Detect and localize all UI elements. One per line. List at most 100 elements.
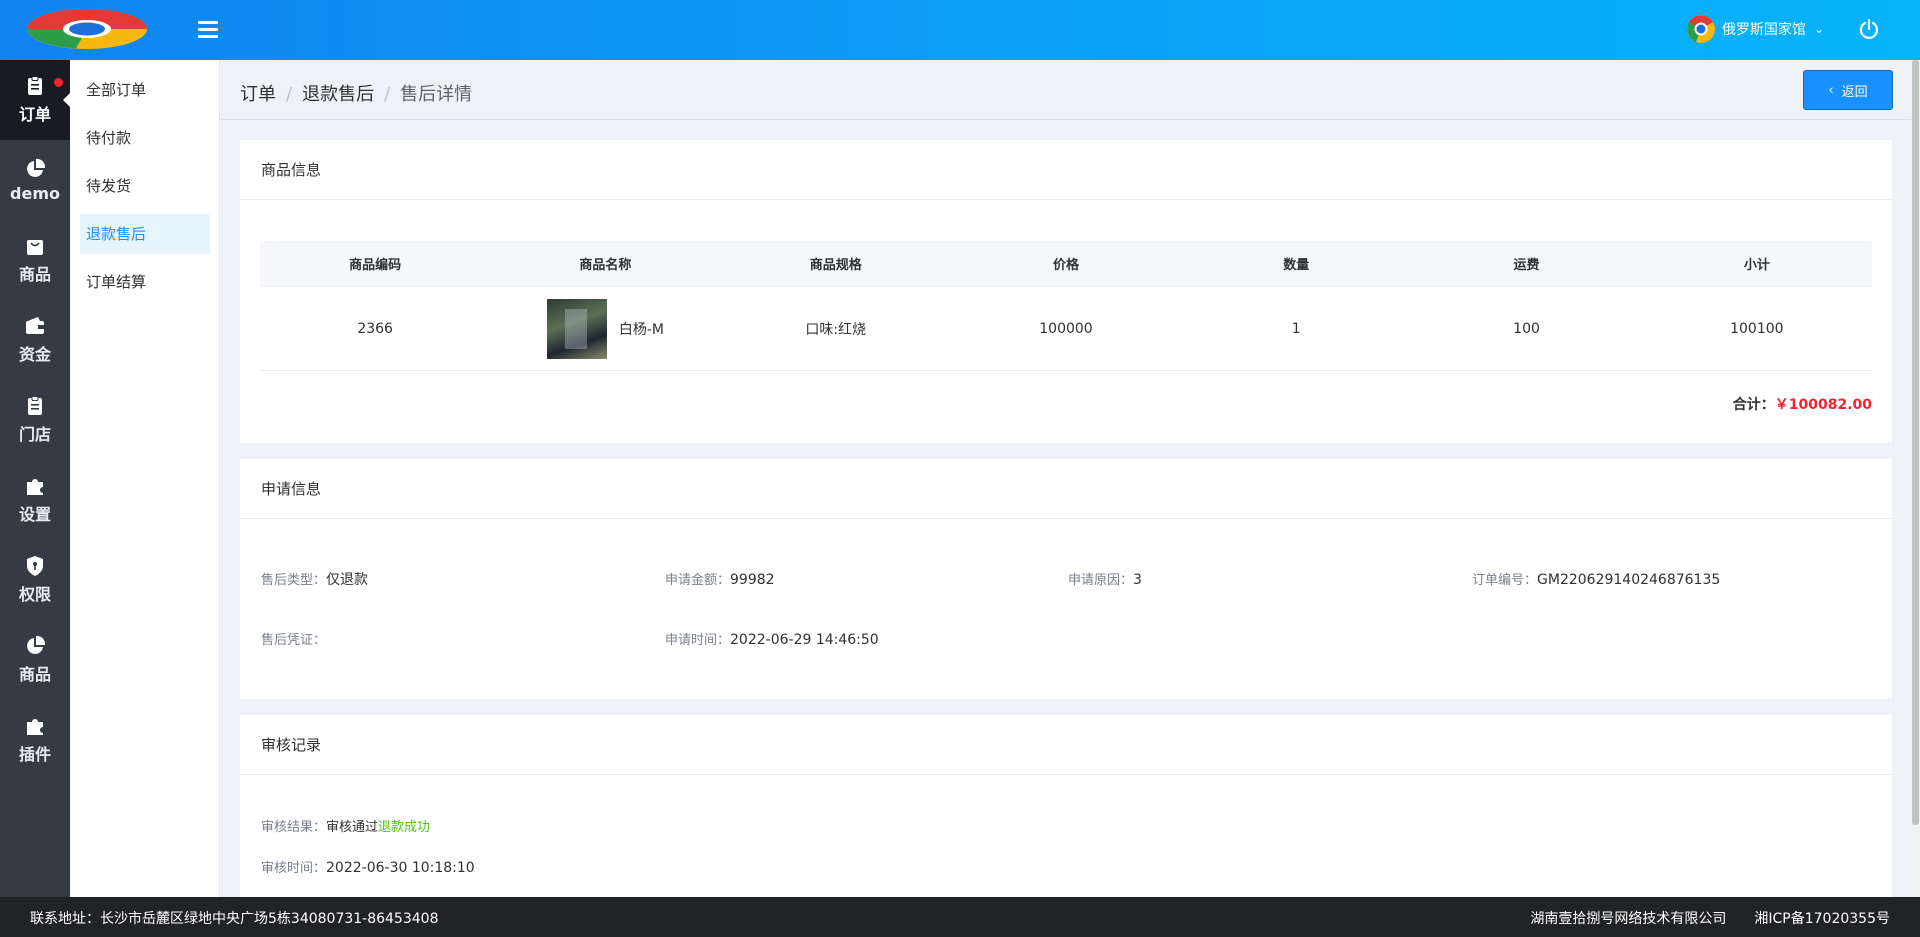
field-apply-time: 申请时间：2022-06-29 14:46:50 [665, 629, 879, 648]
product-info-card: 商品信息 商品编码 商品名称 商品规格 价格 数量 运费 小计 2366 白杨-… [240, 140, 1892, 443]
field-refund-proof: 售后凭证： [261, 629, 326, 648]
application-info-card: 申请信息 售后类型：仅退款 申请金额：99982 申请原因：3 订单编号：GM2… [240, 459, 1892, 699]
column-header: 商品名称 [579, 258, 632, 273]
pie-chart-icon [27, 158, 46, 177]
page-scrollbar[interactable] [1911, 60, 1920, 897]
column-header: 运费 [1513, 258, 1540, 273]
field-value: 仅退款 [326, 572, 369, 588]
cell-name: 白杨-M [490, 287, 720, 370]
top-header: 俄罗斯国家馆 ⌄ [0, 0, 1920, 60]
column-header: 小计 [1743, 258, 1770, 273]
card-title: 申请信息 [240, 459, 1892, 519]
field-audit-result: 审核结果：审核通过退款成功 [261, 816, 430, 835]
pie-chart-icon [27, 635, 46, 654]
sidebar-item-products[interactable]: 商品 [0, 220, 70, 300]
wallet-icon [26, 317, 44, 334]
field-label: 订单编号： [1472, 573, 1538, 588]
field-value: 3 [1133, 572, 1142, 588]
footer-icp[interactable]: 湘ICP备17020355号 [1754, 908, 1890, 928]
shield-icon [27, 556, 43, 576]
field-label: 售后凭证： [261, 633, 327, 648]
field-label: 售后类型： [261, 573, 327, 588]
submenu-item-pending-payment[interactable]: 待付款 [80, 118, 210, 158]
field-refund-amount: 申请金额：99982 [665, 569, 775, 588]
field-audit-time: 审核时间：2022-06-30 10:18:10 [261, 857, 475, 876]
menu-toggle-icon[interactable] [198, 21, 218, 38]
field-value: 2022-06-30 10:18:10 [326, 860, 475, 876]
sidebar-item-permissions[interactable]: 权限 [0, 540, 70, 620]
sidebar-item-stores[interactable]: 门店 [0, 380, 70, 460]
product-table: 商品编码 商品名称 商品规格 价格 数量 运费 小计 2366 白杨-M 口味:… [260, 241, 1872, 371]
audit-record-card: 审核记录 审核结果：审核通过退款成功 审核时间：2022-06-30 10:18… [240, 715, 1892, 897]
total-label: 合计： [1732, 397, 1775, 413]
sidebar-item-label: 商品 [18, 665, 51, 684]
column-header: 价格 [1052, 258, 1079, 273]
sidebar-item-label: 订单 [18, 105, 51, 124]
field-value: 2022-06-29 14:46:50 [730, 632, 879, 648]
field-value: 审核通过 [326, 820, 379, 835]
field-label: 审核结果： [261, 820, 327, 835]
sidebar-item-label: 商品 [18, 265, 51, 284]
sidebar-item-label: demo [10, 183, 60, 203]
bag-icon [27, 240, 43, 255]
clipboard-icon [28, 396, 42, 415]
order-total: 合计：￥100082.00 [1733, 394, 1872, 414]
user-menu[interactable]: 俄罗斯国家馆 ⌄ [1686, 14, 1824, 44]
footer-company: 湖南壹拾捌号网络技术有限公司 [1530, 911, 1727, 927]
breadcrumb-item-current: 售后详情 [400, 84, 473, 105]
submenu-item-all-orders[interactable]: 全部订单 [80, 70, 210, 110]
page-footer: 联系地址：长沙市岳麓区绿地中央广场5栋34080731-86453408 湖南壹… [0, 897, 1920, 937]
footer-address: 联系地址：长沙市岳麓区绿地中央广场5栋34080731-86453408 [30, 911, 439, 927]
field-value: GM220629140246876135 [1537, 572, 1721, 588]
sub-sidebar: 全部订单 待付款 待发货 退款售后 订单结算 [70, 60, 220, 897]
sidebar-item-plugins[interactable]: 插件 [0, 700, 70, 780]
column-header: 商品编码 [349, 258, 402, 273]
logo-icon[interactable] [26, 8, 148, 50]
field-value: 99982 [730, 572, 775, 588]
cell-spec: 口味:红烧 [805, 321, 867, 338]
breadcrumb-bar: 订单 / 退款售后 / 售后详情 ‹ 返回 [221, 60, 1911, 120]
field-label: 审核时间： [261, 861, 327, 876]
sidebar-item-demo[interactable]: demo [0, 140, 70, 220]
cell-qty: 1 [1291, 320, 1301, 337]
chevron-left-icon: ‹ [1828, 82, 1834, 98]
field-label: 申请金额： [665, 573, 731, 588]
submenu-item-pending-shipment[interactable]: 待发货 [80, 166, 210, 206]
power-icon[interactable] [1858, 18, 1880, 40]
chevron-down-icon: ⌄ [1813, 22, 1824, 36]
column-header: 数量 [1283, 258, 1310, 273]
field-order-number: 订单编号：GM220629140246876135 [1472, 569, 1720, 588]
submenu-item-settlement[interactable]: 订单结算 [80, 262, 210, 302]
cell-code: 2366 [357, 320, 393, 337]
back-button[interactable]: ‹ 返回 [1803, 70, 1893, 110]
sidebar-item-orders[interactable]: 订单 [0, 60, 71, 140]
column-header: 商品规格 [809, 258, 862, 273]
breadcrumb-item-refunds[interactable]: 退款售后 [302, 84, 374, 105]
table-header: 商品编码 商品名称 商品规格 价格 数量 运费 小计 [260, 241, 1872, 287]
sidebar-item-label: 权限 [18, 585, 51, 604]
main-sidebar: 订单 demo 商品 资金 门店 设置 权限 商品 插件 [0, 60, 71, 897]
cell-subtotal: 100100 [1730, 320, 1784, 337]
status-badge: 退款成功 [378, 820, 431, 835]
scrollbar-thumb[interactable] [1912, 60, 1919, 825]
breadcrumb-item-orders[interactable]: 订单 [240, 84, 276, 105]
product-thumbnail[interactable] [546, 298, 607, 359]
sidebar-item-funds[interactable]: 资金 [0, 300, 70, 380]
field-label: 申请原因： [1068, 573, 1134, 588]
cell-shipping: 100 [1513, 320, 1540, 337]
puzzle-icon [27, 479, 43, 495]
submenu-item-refunds[interactable]: 退款售后 [80, 214, 210, 254]
field-label: 申请时间： [665, 633, 731, 648]
clipboard-icon [28, 76, 42, 95]
field-refund-type: 售后类型：仅退款 [261, 569, 368, 589]
user-name: 俄罗斯国家馆 [1721, 22, 1806, 38]
back-button-label: 返回 [1841, 84, 1868, 100]
table-row: 2366 白杨-M 口味:红烧 100000 1 100 100100 [260, 287, 1872, 371]
sidebar-item-products-2[interactable]: 商品 [0, 620, 70, 700]
total-amount: ￥100082.00 [1774, 397, 1872, 413]
sidebar-item-label: 插件 [18, 745, 51, 764]
product-name: 白杨-M [618, 321, 664, 338]
sidebar-item-label: 资金 [18, 345, 51, 364]
sidebar-item-label: 设置 [18, 505, 51, 524]
sidebar-item-settings[interactable]: 设置 [0, 460, 70, 540]
